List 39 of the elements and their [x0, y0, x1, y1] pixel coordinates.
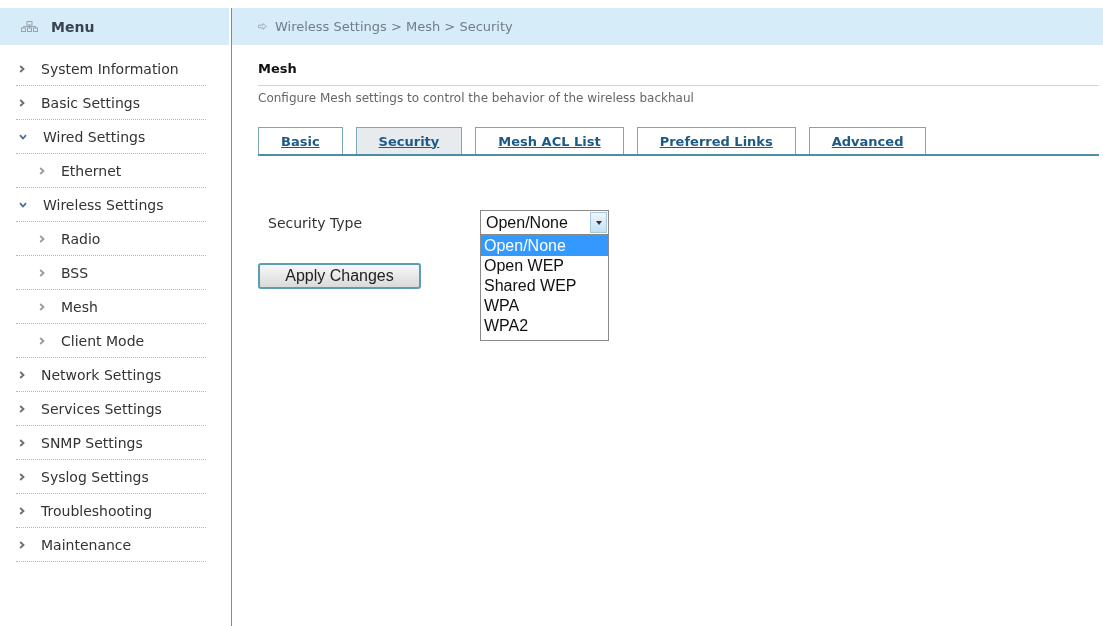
submenu-item[interactable]: Radio	[16, 222, 206, 256]
submenu-item[interactable]: Ethernet	[16, 154, 206, 188]
caret-down-icon	[595, 220, 602, 225]
dropdown-option[interactable]: WPA	[481, 296, 608, 316]
chevron-right-icon	[39, 268, 45, 277]
chevron-right-icon	[39, 166, 45, 175]
menu-item[interactable]: Wireless Settings	[16, 188, 206, 222]
submenu-item[interactable]: BSS	[16, 256, 206, 290]
tab[interactable]: Advanced	[808, 127, 927, 154]
security-type-select[interactable]: Open/None	[480, 210, 609, 235]
arrow-right-icon	[258, 23, 267, 30]
submenu-item[interactable]: Mesh	[16, 290, 206, 324]
chevron-right-icon	[39, 336, 45, 345]
menu-item[interactable]: System Information	[16, 52, 206, 86]
tab[interactable]: Basic	[258, 127, 343, 154]
apply-changes-button[interactable]: Apply Changes	[258, 263, 421, 289]
field-label: Security Type	[268, 214, 364, 231]
dropdown-option[interactable]: Shared WEP	[481, 276, 608, 296]
submenu-item[interactable]: Client Mode	[16, 324, 206, 358]
menu-item[interactable]: SNMP Settings	[16, 426, 206, 460]
breadcrumb-text: Wireless Settings > Mesh > Security	[275, 19, 513, 34]
dropdown-option[interactable]: WPA2	[481, 316, 608, 336]
dropdown-option[interactable]: Open WEP	[481, 256, 608, 276]
menu-item[interactable]: Syslog Settings	[16, 460, 206, 494]
menu-item[interactable]: Wired Settings	[16, 120, 206, 154]
tab[interactable]: Mesh ACL List	[475, 127, 624, 154]
menu-item[interactable]: Troubleshooting	[16, 494, 206, 528]
tab[interactable]: Security	[355, 127, 463, 154]
hierarchy-icon	[21, 21, 38, 32]
menu-item[interactable]: Services Settings	[16, 392, 206, 426]
section-description: Configure Mesh settings to control the behavior of the wireless backhaul	[258, 90, 695, 106]
menu-title: Menu	[51, 18, 95, 35]
chevron-right-icon	[39, 234, 45, 243]
menu-item[interactable]: Basic Settings	[16, 86, 206, 120]
tab[interactable]: Preferred Links	[636, 127, 796, 154]
chevron-right-icon	[39, 302, 45, 311]
menu-item[interactable]: Network Settings	[16, 358, 206, 392]
menu-item[interactable]: Maintenance	[16, 528, 206, 562]
section-title: Mesh	[258, 61, 1099, 86]
